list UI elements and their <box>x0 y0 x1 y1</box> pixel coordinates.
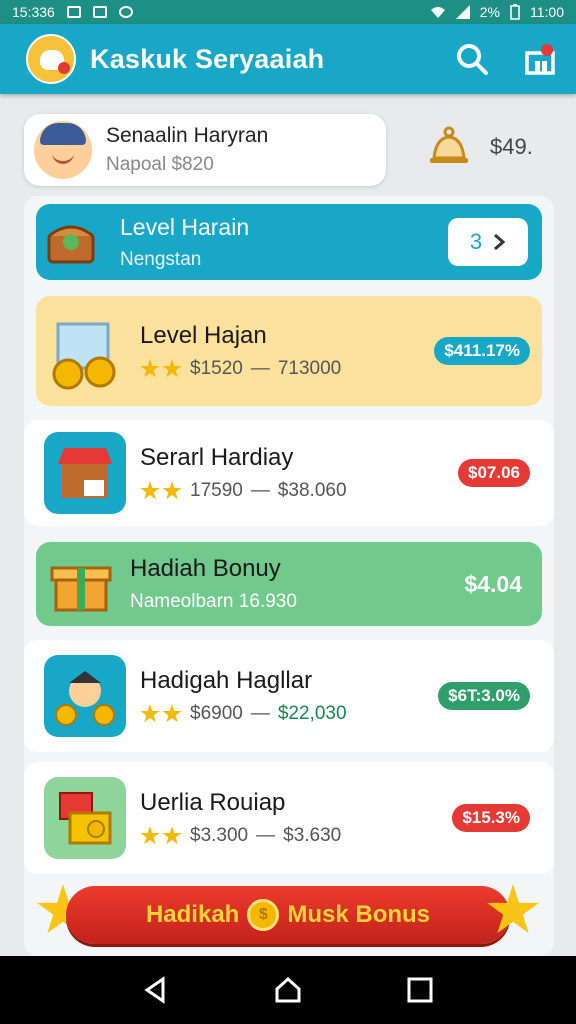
chevron-right-icon <box>494 233 506 251</box>
app-title: Kaskuk Seryaaiah <box>90 43 325 74</box>
row-subtitle: Nengstan <box>120 248 202 270</box>
row-subtitle: Nameolbarn 16.930 <box>130 591 297 612</box>
shop-icon <box>525 44 555 75</box>
star-rating <box>140 359 182 379</box>
app-logo-icon <box>26 34 76 84</box>
navigation-bar <box>0 956 576 1024</box>
star-icon <box>162 826 182 845</box>
list-item[interactable]: Hadiah Bonuy Nameolbarn 16.930 $4.04 <box>36 542 542 626</box>
star-icon <box>162 359 182 378</box>
bonus-label-left: Hadikah <box>145 901 240 928</box>
row-title: Hadigah Hagllar <box>140 667 313 694</box>
gift-box-icon <box>46 549 116 619</box>
star-rating <box>140 826 182 846</box>
star-icon <box>162 481 182 500</box>
value-pill: $07.06 <box>458 459 530 487</box>
search-button[interactable] <box>452 39 492 79</box>
value-pill: $6T:3.0% <box>438 682 530 710</box>
profile-subtitle: Napoal $820 <box>106 154 214 175</box>
app-bar: Kaskuk Seryaaiah <box>0 24 576 94</box>
cash-box-icon <box>44 777 126 859</box>
profile-name: Senaalin Haryran <box>106 124 269 147</box>
profile-card[interactable]: Senaalin Haryran Napoal $820 <box>24 114 386 186</box>
range-low: 17590 <box>190 480 243 501</box>
row-title: Uerlia Rouiap <box>140 789 286 816</box>
balance-value: $49. <box>490 134 533 159</box>
character-coin-icon <box>44 655 126 737</box>
row-title: Level Hajan <box>140 322 267 349</box>
range-low: $1520 <box>190 358 243 379</box>
signal-icon <box>455 5 470 19</box>
value-pill: $411.17% <box>434 337 530 365</box>
bonus-button[interactable]: Hadikah $ Musk Bonus <box>66 886 510 944</box>
battery-level: 2% <box>479 4 500 20</box>
rewards-list: Level Harain Nengstan 3 Level Hajan $152… <box>24 196 554 956</box>
range-low: $3.300 <box>190 825 249 846</box>
level-badge-value: 3 <box>469 229 483 254</box>
range-high: 713000 <box>277 358 342 379</box>
recents-button[interactable] <box>405 975 435 1005</box>
level-badge-button[interactable]: 3 <box>448 218 528 266</box>
status-time-right: 11:00 <box>530 4 564 20</box>
shop-stall-icon <box>44 432 126 514</box>
range-high: $3.630 <box>283 825 342 846</box>
shop-button[interactable] <box>520 39 560 79</box>
wifi-icon <box>430 7 445 18</box>
list-item[interactable]: Serarl Hardiay 17590 — $38.060 $07.06 <box>24 420 554 526</box>
list-item[interactable]: Uerlia Rouiap $3.300 — $3.630 $15.3% <box>24 762 554 874</box>
star-icon <box>140 826 160 845</box>
balance-area[interactable]: $49. <box>426 124 533 170</box>
row-title: Hadiah Bonuy <box>130 555 281 582</box>
star-rating <box>140 704 182 724</box>
range-low: $6900 <box>190 703 243 724</box>
list-item[interactable]: Level Harain Nengstan 3 <box>36 204 542 280</box>
star-icon <box>140 359 160 378</box>
range-high: $22,030 <box>277 703 347 724</box>
coin-icon: $ <box>247 899 280 931</box>
star-icon <box>140 704 160 723</box>
bell-icon <box>430 126 468 163</box>
battery-icon <box>510 4 520 20</box>
star-icon <box>140 481 160 500</box>
search-icon <box>457 44 488 75</box>
value-pill: $15.3% <box>452 804 530 832</box>
range-high: $38.060 <box>277 480 347 501</box>
app-notification-icon <box>118 6 133 18</box>
row-title: Serarl Hardiay <box>140 444 294 471</box>
bonus-label-right: Musk Bonus <box>287 901 431 928</box>
home-button[interactable] <box>273 975 303 1005</box>
back-button[interactable] <box>141 975 171 1005</box>
list-item[interactable]: Hadigah Hagllar $6900 — $22,030 $6T:3.0% <box>24 640 554 752</box>
notification-icon <box>66 6 81 18</box>
star-icon <box>162 704 182 723</box>
download-icon <box>92 6 107 18</box>
chest-icon <box>36 207 106 277</box>
star-rating <box>140 481 182 501</box>
list-item[interactable]: Level Hajan $1520 — 713000 $411.17% <box>36 296 542 406</box>
avatar <box>34 121 92 179</box>
row-title: Level Harain <box>120 213 250 240</box>
status-bar: 15:336 2% 11:00 <box>0 0 576 24</box>
bonus-value: $4.04 <box>464 570 522 597</box>
coin-safe-icon <box>44 310 126 392</box>
status-time-left: 15:336 <box>12 4 55 20</box>
